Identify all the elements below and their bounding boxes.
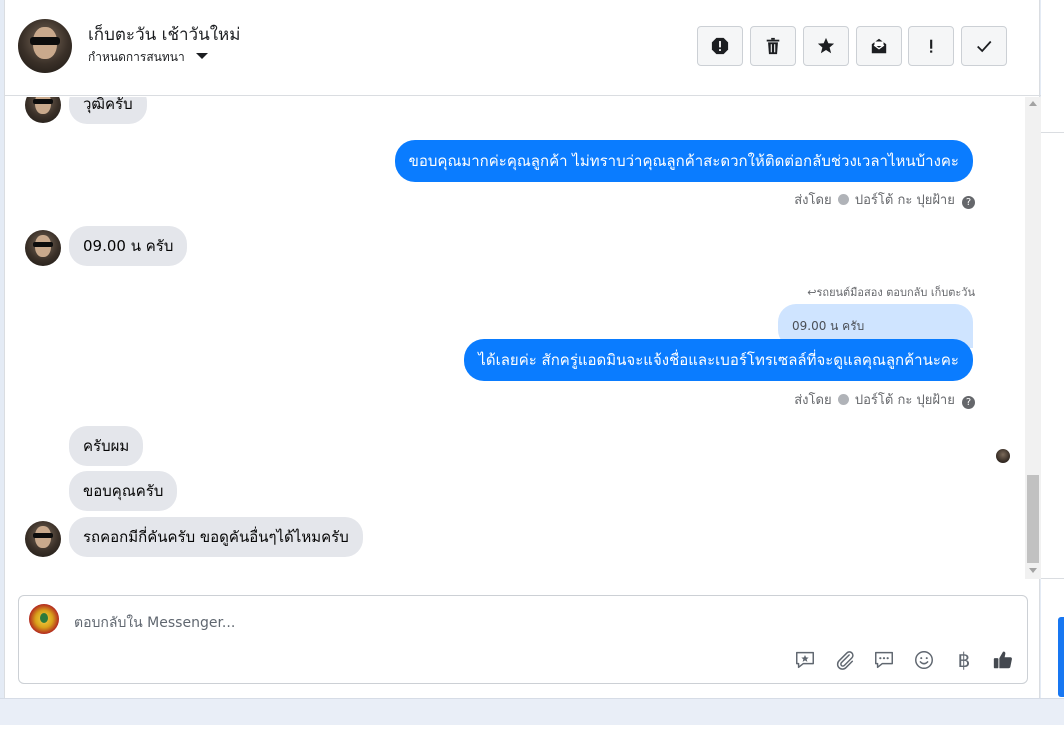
sender-name: ปอร์โต้ กะ ปุยฝ้าย [854,193,955,208]
message-thread[interactable]: วุฒิครับ ขอบคุณมากค่ะคุณลูกค้า ไม่ทราบว่… [5,97,1023,579]
sender-avatar[interactable] [25,230,61,266]
emoji-button[interactable] [911,647,937,673]
mark-unread-button[interactable] [856,26,902,66]
incoming-message-bubble[interactable]: ขอบคุณครับ [69,471,178,511]
conversation-header: เก็บตะวัน เช้าวันใหม่ กำหนดการสนทนา [5,0,1041,96]
sender-avatar[interactable] [25,521,61,557]
envelope-icon [871,38,887,54]
saved-replies-button[interactable] [792,647,818,673]
sent-status-icon [837,194,849,205]
sent-by-info: ส่งโดย ปอร์โต้ กะ ปุยฝ้าย ? [794,389,975,410]
sent-by-label: ส่งโดย [794,393,832,408]
side-panel-tab[interactable] [1058,617,1064,697]
help-question-icon[interactable]: ? [962,396,975,409]
reply-context-text: รถยนต์มือสอง ตอบกลับ เก็บตะวัน [816,286,976,299]
scroll-down-icon[interactable] [1029,568,1037,573]
star-button[interactable] [803,26,849,66]
right-side-panel-edge [1041,0,1064,736]
conversation-panel: เก็บตะวัน เช้าวันใหม่ กำหนดการสนทนา วุฒิ… [4,0,1041,698]
incoming-message-bubble[interactable]: รถคอกมีกี่คันครับ ขอดูคันอื่นๆได้ไหมครับ [69,517,363,557]
like-button[interactable] [990,647,1016,673]
contact-name[interactable]: เก็บตะวัน เช้าวันใหม่ [88,21,240,48]
sent-by-label: ส่งโดย [794,193,832,208]
flag-important-icon [930,39,933,53]
assign-conversation-dropdown[interactable]: กำหนดการสนทนา [88,48,185,67]
attach-file-button[interactable] [832,647,858,673]
outgoing-message-bubble[interactable]: ขอบคุณมากค่ะคุณลูกค้า ไม่ทราบว่าคุณลูกค้… [394,140,973,182]
thread-scrollbar[interactable] [1025,97,1041,579]
sent-status-icon [837,394,849,405]
scroll-up-icon[interactable] [1029,101,1037,106]
message-composer[interactable]: ตอบกลับใน Messenger... ฿ [18,595,1028,684]
scrollbar-thumb[interactable] [1027,475,1039,563]
spam-icon [711,37,729,55]
mark-important-button[interactable] [908,26,954,66]
incoming-message-bubble[interactable]: ครับผม [69,426,144,466]
page-footer-strip [0,698,1064,736]
sent-by-info: ส่งโดย ปอร์โต้ กะ ปุยฝ้าย ? [794,189,975,210]
reply-arrow-icon: ↩ [807,286,817,299]
delete-button[interactable] [750,26,796,66]
caret-down-icon[interactable] [196,53,208,59]
mark-spam-button[interactable] [697,26,743,66]
thumbs-up-icon [993,651,1012,669]
emoji-icon [915,651,933,669]
mark-done-button[interactable] [961,26,1007,66]
seen-avatar [995,448,1011,464]
reply-input[interactable]: ตอบกลับใน Messenger... [74,612,235,634]
done-check-icon [977,40,992,53]
reply-context: ↩รถยนต์มือสอง ตอบกลับ เก็บตะวัน [807,283,975,301]
help-question-icon[interactable]: ? [962,196,975,209]
saved-reply-icon [796,651,814,669]
attachment-icon [836,651,854,670]
page-avatar [29,604,59,634]
outgoing-message-bubble[interactable]: ได้เลยค่ะ สักครู่แอดมินจะแจ้งชื่อและเบอร… [464,339,973,381]
trash-icon [766,37,780,55]
star-icon [817,37,835,54]
incoming-message-bubble[interactable]: 09.00 น ครับ [69,226,188,266]
sender-avatar[interactable] [25,97,61,123]
quick-reply-button[interactable] [871,647,897,673]
contact-avatar[interactable] [18,19,72,73]
sender-name: ปอร์โต้ กะ ปุยฝ้าย [854,393,955,408]
baht-payment-icon[interactable]: ฿ [951,647,977,673]
incoming-message-bubble[interactable]: วุฒิครับ [69,97,147,124]
chat-bubble-icon [875,651,893,669]
